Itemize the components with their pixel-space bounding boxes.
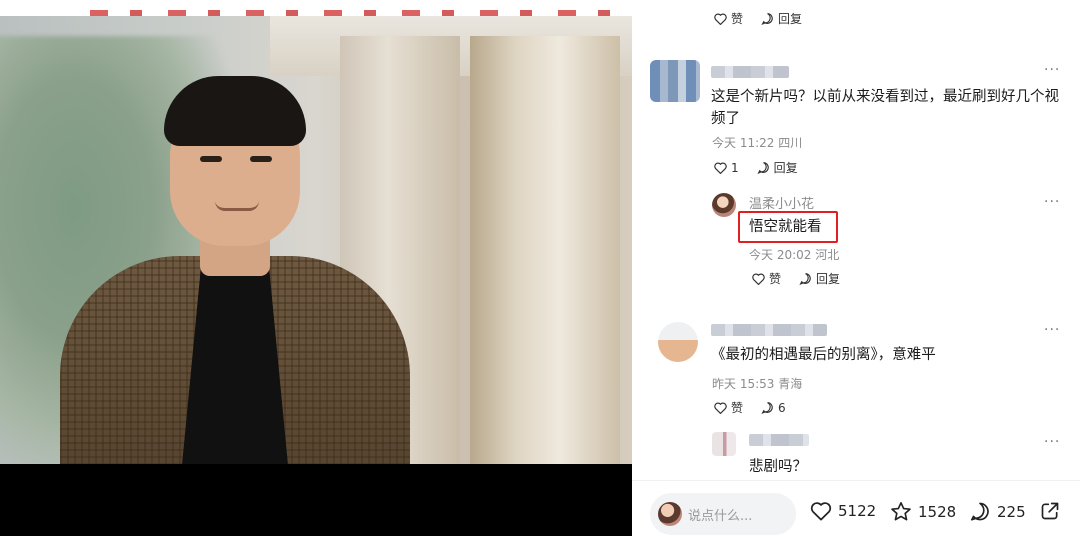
- reply-button[interactable]: 6: [761, 401, 786, 415]
- username-blurred[interactable]: [749, 434, 809, 446]
- more-options-button[interactable]: ···: [1044, 434, 1060, 450]
- comment-text: 《最初的相遇最后的别离》，意难平: [711, 347, 936, 363]
- like-count: 1: [731, 160, 739, 175]
- favorite-count: 1528: [918, 502, 957, 521]
- username-blurred[interactable]: [711, 66, 789, 78]
- comment-actions: 1 回复: [714, 159, 798, 176]
- comment-bubble-icon: [799, 272, 812, 285]
- eye-left: [200, 156, 222, 162]
- comment-time-location: 昨天 15:53 青海: [712, 377, 803, 391]
- reply-label: 回复: [778, 12, 803, 26]
- heart-icon: [752, 273, 765, 285]
- like-button[interactable]: 1: [714, 161, 739, 175]
- like-button[interactable]: 5122: [810, 501, 876, 521]
- video-player[interactable]: [0, 0, 632, 536]
- like-label: 赞: [731, 401, 744, 415]
- username-blurred[interactable]: [711, 324, 827, 336]
- like-button[interactable]: 赞: [714, 399, 743, 416]
- comment-input[interactable]: 说点什么...: [650, 493, 796, 535]
- heart-icon: [714, 162, 727, 174]
- comment-bubble-icon: [761, 12, 774, 25]
- like-label: 赞: [731, 12, 744, 26]
- more-options-button[interactable]: ···: [1044, 194, 1060, 210]
- more-options-button[interactable]: ···: [1044, 322, 1060, 338]
- reply-count: 6: [778, 400, 786, 415]
- heart-icon: [714, 13, 727, 25]
- avatar[interactable]: [658, 322, 698, 362]
- reply-label: 回复: [816, 272, 841, 286]
- eye-right: [250, 156, 272, 162]
- heart-icon: [714, 402, 727, 414]
- video-frame: [0, 16, 632, 464]
- comment-time-location: 今天 11:22 四川: [712, 136, 803, 150]
- like-label: 赞: [769, 272, 782, 286]
- share-button[interactable]: [1040, 501, 1060, 521]
- comment-button[interactable]: 225: [969, 501, 1026, 522]
- person-figure: [60, 76, 410, 464]
- engagement-bar: 说点什么... 5122 1528 225: [632, 480, 1080, 546]
- reply-button[interactable]: 回复: [799, 270, 840, 287]
- prev-comment-actions: 赞 回复: [714, 10, 802, 27]
- heart-icon: [810, 501, 832, 521]
- comment-bubble-icon: [761, 401, 774, 414]
- hair: [164, 76, 306, 146]
- comment-actions: 赞 6: [714, 399, 786, 416]
- reply-label: 回复: [773, 161, 798, 175]
- comment-text: 这是个新片吗？以前从来没看到过，最近刷到好几个视频了: [711, 89, 1059, 127]
- reply-button[interactable]: 回复: [761, 10, 802, 27]
- reply-text: 悲剧吗？: [749, 459, 807, 475]
- reply-button[interactable]: 回复: [757, 159, 798, 176]
- avatar[interactable]: [712, 432, 736, 456]
- avatar[interactable]: [712, 193, 736, 217]
- reply-time-location: 今天 20:02 河北: [749, 248, 840, 262]
- avatar: [658, 502, 682, 526]
- like-button[interactable]: 赞: [752, 270, 781, 287]
- like-button[interactable]: 赞: [714, 10, 743, 27]
- video-top-strip: [0, 0, 632, 16]
- like-count: 5122: [838, 502, 877, 520]
- star-icon: [890, 501, 912, 522]
- comment-bubble-icon: [757, 161, 770, 174]
- smile: [215, 201, 259, 211]
- reply-actions: 赞 回复: [752, 270, 840, 287]
- avatar[interactable]: [650, 60, 700, 102]
- share-icon: [1040, 501, 1060, 521]
- favorite-button[interactable]: 1528: [890, 501, 956, 522]
- comment-count: 225: [997, 502, 1026, 521]
- background-pillar: [470, 36, 620, 464]
- reply-username[interactable]: 温柔小小花: [749, 193, 814, 212]
- highlight-box: [738, 211, 838, 243]
- comment-bubble-icon: [969, 501, 991, 522]
- more-options-button[interactable]: ···: [1044, 62, 1060, 78]
- comment-input-placeholder: 说点什么...: [688, 509, 753, 524]
